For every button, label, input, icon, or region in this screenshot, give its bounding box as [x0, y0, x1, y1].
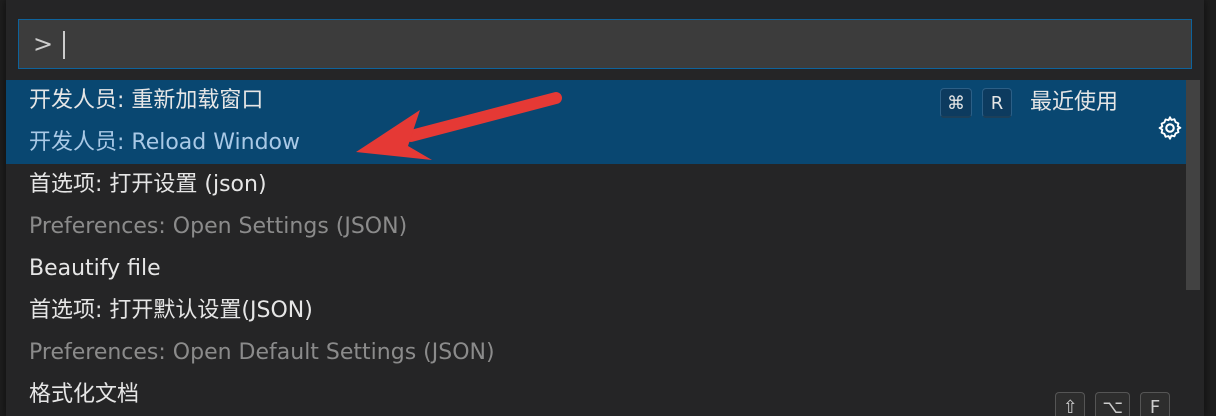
- command-item-title: 首选项: 打开设置 (json): [29, 172, 267, 197]
- command-item-subtitle: Preferences: Open Default Settings (JSON…: [29, 340, 495, 365]
- red-arrow-annotation: [356, 92, 562, 160]
- scrollbar-thumb[interactable]: [1186, 80, 1200, 290]
- command-item-open-settings-json[interactable]: 首选项: 打开设置 (json) Preferences: Open Setti…: [6, 164, 1204, 248]
- command-item-title: 首选项: 打开默认设置(JSON): [29, 298, 313, 323]
- keybinding-key: F: [1140, 392, 1170, 416]
- text-caret: [63, 31, 65, 59]
- keybinding-key: ⌘: [939, 88, 972, 118]
- command-item-beautify-file[interactable]: Beautify file: [6, 248, 1204, 290]
- command-palette: 开发人员: 重新加载窗口 开发人员: Reload Window ⌘ R 最近使…: [6, 0, 1204, 416]
- gear-icon[interactable]: [1156, 114, 1184, 142]
- command-item-subtitle: Preferences: Open Settings (JSON): [29, 214, 408, 239]
- command-item-title: Beautify file: [29, 256, 161, 281]
- command-item-meta: ⌘ R 最近使用: [939, 86, 1118, 120]
- keybinding-key: ⇧: [1055, 392, 1086, 416]
- command-palette-input[interactable]: [19, 20, 1191, 68]
- command-palette-input-wrapper[interactable]: [18, 19, 1192, 69]
- recently-used-label: 最近使用: [1029, 90, 1118, 115]
- command-item-format-document[interactable]: 格式化文档: [6, 374, 1204, 416]
- command-item-subtitle: 开发人员: Reload Window: [29, 130, 300, 155]
- command-item-reload-window[interactable]: 开发人员: 重新加载窗口 开发人员: Reload Window ⌘ R 最近使…: [6, 80, 1204, 164]
- command-item-title: 格式化文档: [29, 382, 140, 407]
- format-document-keybinding: ⇧ ⌥ F: [1055, 392, 1170, 416]
- vertical-scrollbar[interactable]: [1186, 80, 1204, 416]
- keybinding-key: R: [981, 88, 1012, 118]
- command-item-open-default-settings-json[interactable]: 首选项: 打开默认设置(JSON) Preferences: Open Defa…: [6, 290, 1204, 374]
- keybinding-key: ⌥: [1095, 392, 1130, 416]
- command-list: 开发人员: 重新加载窗口 开发人员: Reload Window ⌘ R 最近使…: [6, 80, 1204, 416]
- editor-right-edge: [1206, 0, 1216, 416]
